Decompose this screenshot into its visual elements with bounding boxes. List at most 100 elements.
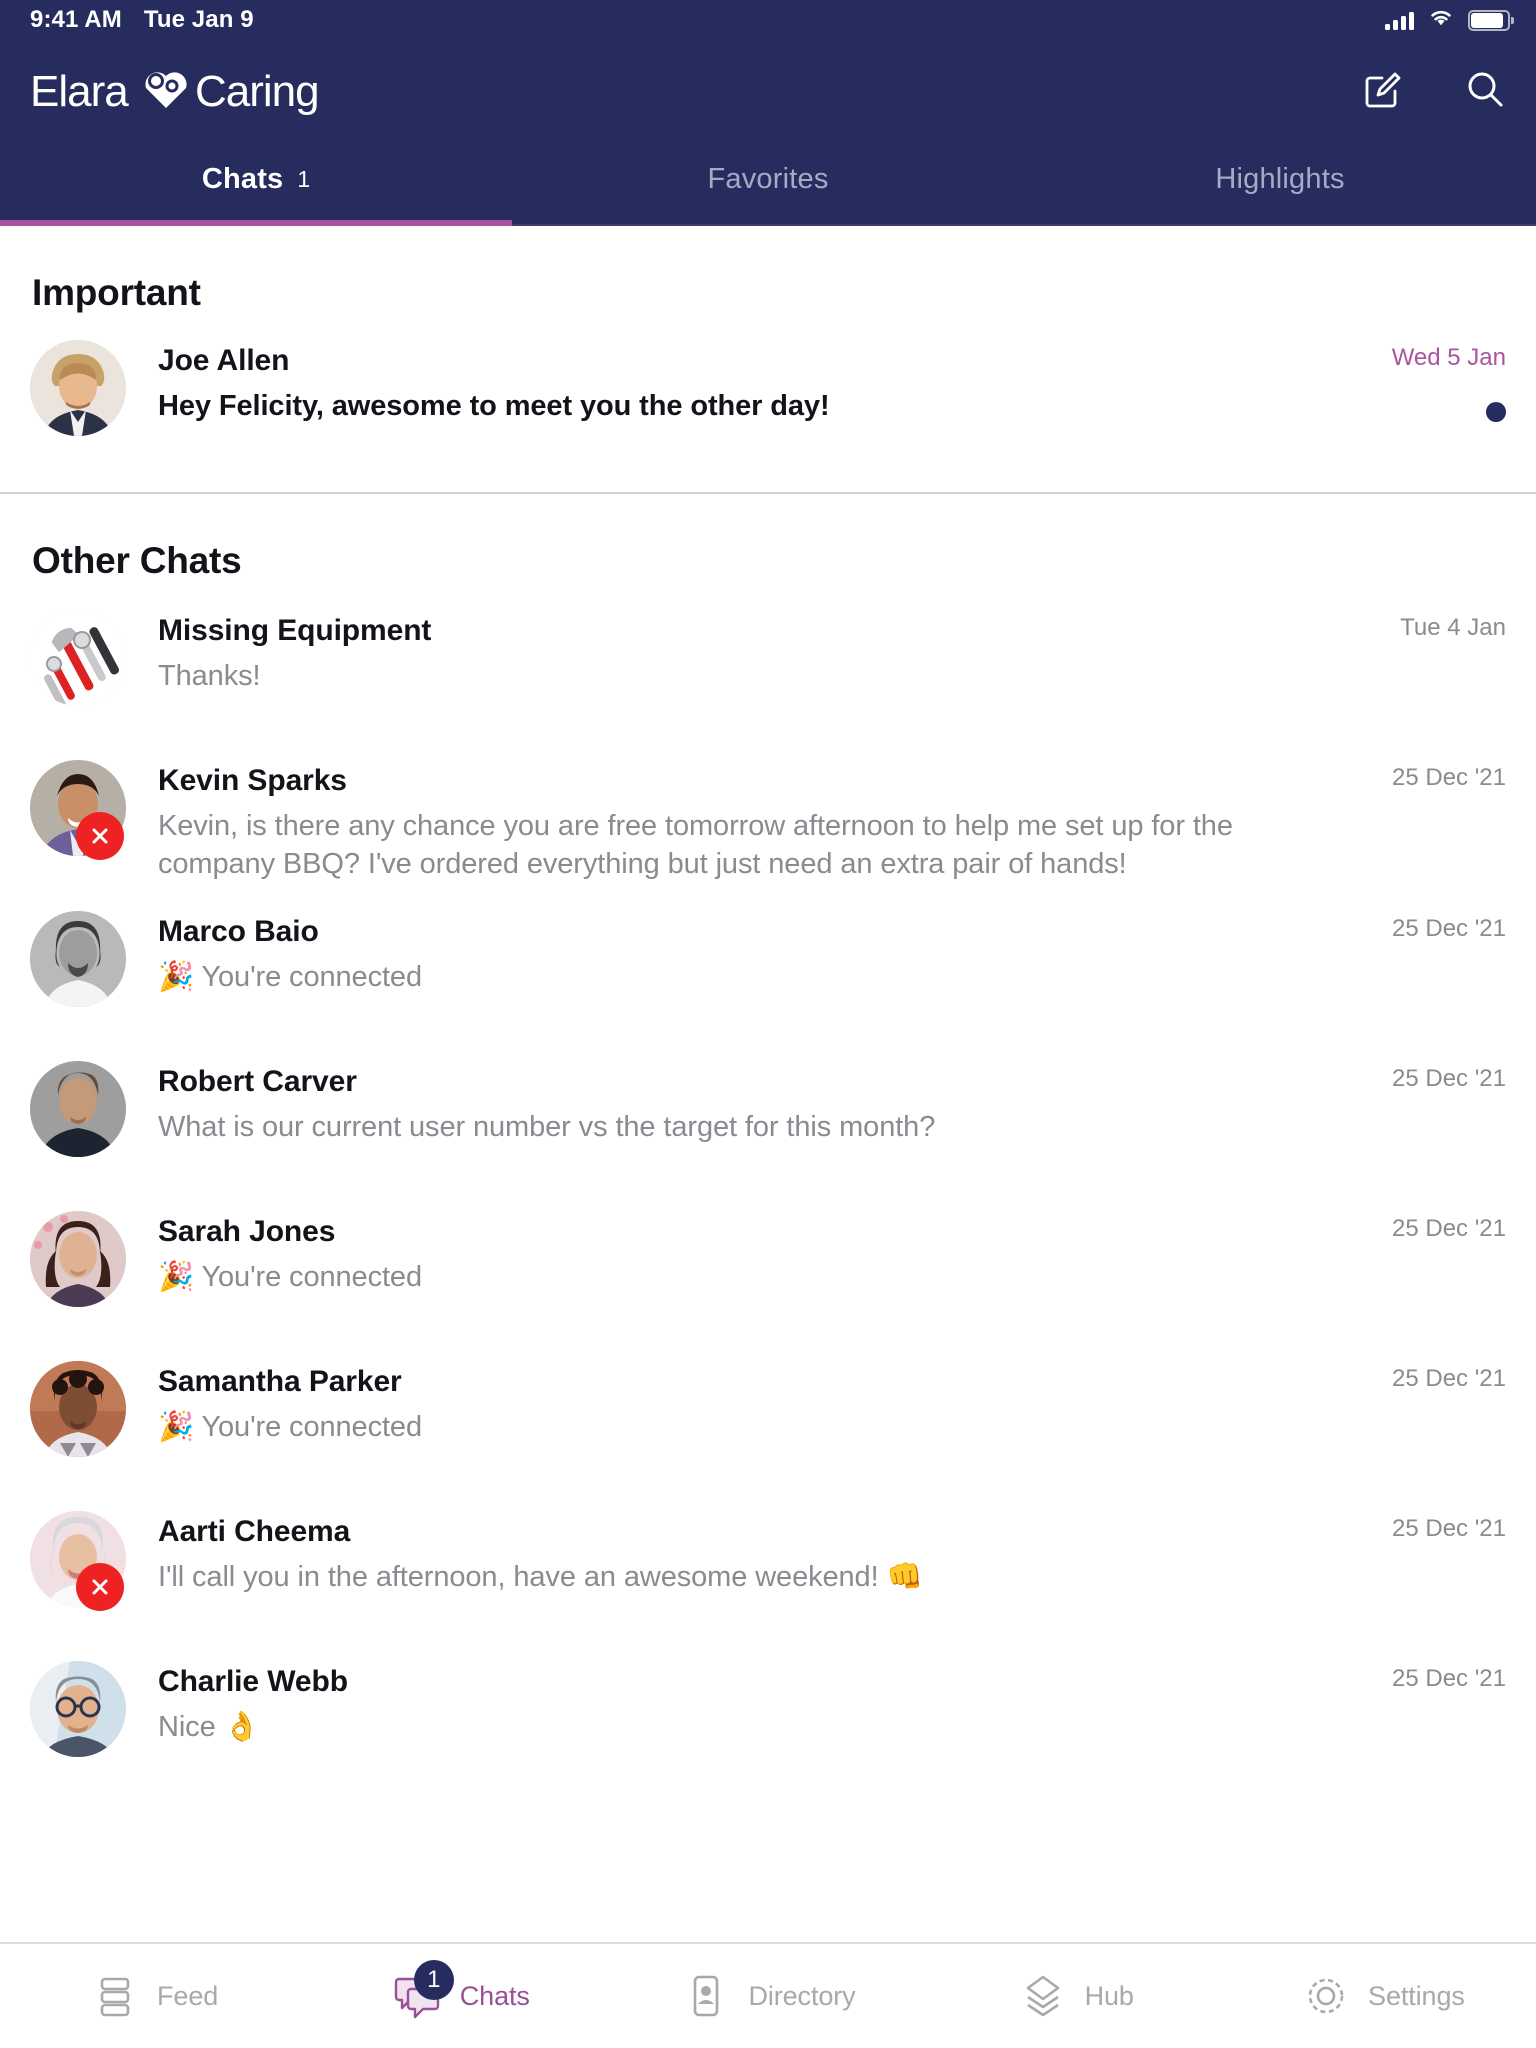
tab-highlights[interactable]: Highlights bbox=[1024, 138, 1536, 226]
chat-meta: 25 Dec '21 bbox=[1306, 1061, 1506, 1093]
status-bar-right bbox=[1385, 8, 1514, 33]
chat-preview: Hey Felicity, awesome to meet you the ot… bbox=[158, 389, 830, 422]
tab-chats-label: Chats bbox=[201, 162, 284, 195]
chat-row-robert-carver[interactable]: Robert Carver What is our current user n… bbox=[0, 1061, 1536, 1183]
compose-icon[interactable] bbox=[1360, 66, 1406, 112]
chat-preview: Thanks! bbox=[158, 659, 261, 692]
chat-timestamp: 25 Dec '21 bbox=[1392, 1365, 1506, 1393]
tab-chats[interactable]: Chats 1 bbox=[0, 138, 512, 226]
status-time: 9:41 AM bbox=[30, 6, 122, 33]
nav-label-chats: Chats bbox=[459, 1980, 530, 2011]
status-bar: 9:41 AM Tue Jan 9 bbox=[0, 0, 1536, 40]
chat-preview: Kevin, is there any chance you are free … bbox=[158, 809, 1233, 880]
avatar-wrap bbox=[30, 1061, 126, 1158]
avatar-wrap: hammer bbox=[30, 610, 126, 706]
chat-timestamp: 25 Dec '21 bbox=[1392, 1215, 1506, 1243]
nav-label-settings: Settings bbox=[1368, 1980, 1465, 2011]
chat-row-samantha-parker[interactable]: Samantha Parker 🎉 You're connected 25 De… bbox=[0, 1361, 1536, 1483]
tab-highlights-label: Highlights bbox=[1215, 162, 1345, 195]
svg-text:Elara: Elara bbox=[30, 67, 129, 116]
nav-item-hub[interactable]: Hub bbox=[922, 1944, 1229, 2048]
avatar-wrap bbox=[30, 911, 126, 1008]
robert-carver-avatar bbox=[30, 1061, 126, 1158]
chat-meta: Wed 5 Jan bbox=[1306, 340, 1506, 422]
chats-unread-badge: 1 bbox=[413, 1960, 454, 2000]
chat-row-sarah-jones[interactable]: Sarah Jones 🎉 You're connected 25 Dec '2… bbox=[0, 1211, 1536, 1333]
chat-preview: I'll call you in the afternoon, have an … bbox=[158, 1560, 923, 1593]
chat-meta: 25 Dec '21 bbox=[1306, 1361, 1506, 1393]
status-bar-left: 9:41 AM Tue Jan 9 bbox=[30, 6, 254, 34]
chat-row-aarti-cheema[interactable]: Aarti Cheema I'll call you in the aftern… bbox=[0, 1511, 1536, 1633]
chat-meta: 25 Dec '21 bbox=[1306, 911, 1506, 943]
nav-item-chats[interactable]: 1 Chats bbox=[307, 1944, 614, 2048]
chat-list-scroll-area[interactable]: Important Joe Allen Hey Felicity, awesom… bbox=[0, 226, 1536, 1942]
chat-name: Kevin Sparks bbox=[158, 764, 347, 797]
chat-main: Joe Allen Hey Felicity, awesome to meet … bbox=[158, 340, 1306, 425]
section-important-title: Important bbox=[32, 272, 201, 313]
samantha-parker-avatar bbox=[30, 1361, 126, 1458]
nav-item-settings[interactable]: Settings bbox=[1229, 1944, 1536, 2048]
chat-preview: 🎉 You're connected bbox=[158, 1260, 422, 1293]
chat-main: Missing Equipment Thanks! bbox=[158, 610, 1306, 695]
chat-timestamp: Wed 5 Jan bbox=[1391, 344, 1506, 371]
section-other-chats: Other Chats hammer bbox=[0, 494, 1536, 1783]
nav-item-directory[interactable]: Directory bbox=[614, 1944, 921, 2048]
avatar-wrap bbox=[30, 1511, 126, 1612]
chat-name: Aarti Cheema bbox=[158, 1515, 351, 1549]
nav-label-feed: Feed bbox=[157, 1980, 219, 2011]
nav-label-directory: Directory bbox=[748, 1980, 856, 2011]
primary-tab-bar: Chats 1 Favorites Highlights bbox=[0, 138, 1536, 226]
chat-preview: 🎉 You're connected bbox=[158, 960, 422, 993]
wifi-icon bbox=[1428, 8, 1454, 33]
sarah-jones-avatar bbox=[30, 1211, 126, 1308]
avatar-wrap bbox=[30, 1661, 126, 1758]
joe-allen-avatar bbox=[30, 340, 126, 436]
avatar-wrap bbox=[30, 760, 126, 860]
search-icon[interactable] bbox=[1462, 66, 1508, 112]
chat-meta: 25 Dec '21 bbox=[1306, 1211, 1506, 1243]
chat-main: Kevin Sparks Kevin, is there any chance … bbox=[158, 760, 1306, 883]
hub-icon bbox=[1017, 1970, 1069, 2022]
chat-row-marco-baio[interactable]: Marco Baio 🎉 You're connected 25 Dec '21 bbox=[0, 911, 1536, 1033]
message-error-icon[interactable] bbox=[76, 1563, 124, 1612]
section-other-chats-title: Other Chats bbox=[32, 540, 242, 581]
chat-name: Charlie Webb bbox=[158, 1665, 348, 1699]
signal-bars-icon bbox=[1385, 10, 1414, 30]
chat-row-joe-allen[interactable]: Joe Allen Hey Felicity, awesome to meet … bbox=[0, 340, 1536, 462]
avatar-wrap bbox=[30, 1211, 126, 1308]
chat-preview: Nice 👌 bbox=[158, 1710, 260, 1743]
directory-icon bbox=[680, 1970, 732, 2022]
chat-meta: Tue 4 Jan bbox=[1306, 610, 1506, 642]
chat-row-charlie-webb[interactable]: Charlie Webb Nice 👌 25 Dec '21 bbox=[0, 1661, 1536, 1783]
charlie-webb-avatar bbox=[30, 1661, 126, 1758]
chat-timestamp: 25 Dec '21 bbox=[1392, 1665, 1506, 1693]
chat-timestamp: 25 Dec '21 bbox=[1392, 915, 1506, 943]
battery-icon bbox=[1468, 9, 1514, 31]
avatar-wrap bbox=[30, 340, 126, 436]
tab-chats-count: 1 bbox=[297, 165, 311, 192]
section-important: Important Joe Allen Hey Felicity, awesom… bbox=[0, 226, 1536, 494]
missing-equipment-tools-avatar: hammer bbox=[30, 610, 126, 706]
chat-row-kevin-sparks[interactable]: Kevin Sparks Kevin, is there any chance … bbox=[0, 760, 1536, 883]
chat-main: Robert Carver What is our current user n… bbox=[158, 1061, 1306, 1146]
header-actions bbox=[1360, 66, 1508, 112]
status-date: Tue Jan 9 bbox=[143, 6, 254, 33]
unread-indicator-dot bbox=[1486, 402, 1506, 422]
app-header: Elara Caring bbox=[0, 40, 1536, 138]
chat-name: Marco Baio bbox=[158, 915, 319, 949]
feed-icon bbox=[89, 1970, 141, 2022]
chat-timestamp: 25 Dec '21 bbox=[1392, 1515, 1506, 1543]
chat-meta: 25 Dec '21 bbox=[1306, 760, 1506, 792]
chat-name: Missing Equipment bbox=[158, 614, 432, 647]
nav-item-feed[interactable]: Feed bbox=[0, 1944, 307, 2048]
chat-main: Samantha Parker 🎉 You're connected bbox=[158, 1361, 1306, 1446]
chat-row-missing-equipment[interactable]: hammer bbox=[0, 610, 1536, 732]
chat-main: Aarti Cheema I'll call you in the aftern… bbox=[158, 1511, 1306, 1596]
chat-timestamp: 25 Dec '21 bbox=[1392, 1065, 1506, 1093]
chat-preview: What is our current user number vs the t… bbox=[158, 1110, 936, 1143]
tab-favorites[interactable]: Favorites bbox=[512, 138, 1024, 226]
chats-icon: 1 bbox=[392, 1960, 454, 2022]
message-error-icon[interactable] bbox=[76, 812, 124, 860]
elara-caring-heart-logo: Elara Caring bbox=[30, 61, 350, 117]
nav-label-hub: Hub bbox=[1084, 1980, 1134, 2011]
